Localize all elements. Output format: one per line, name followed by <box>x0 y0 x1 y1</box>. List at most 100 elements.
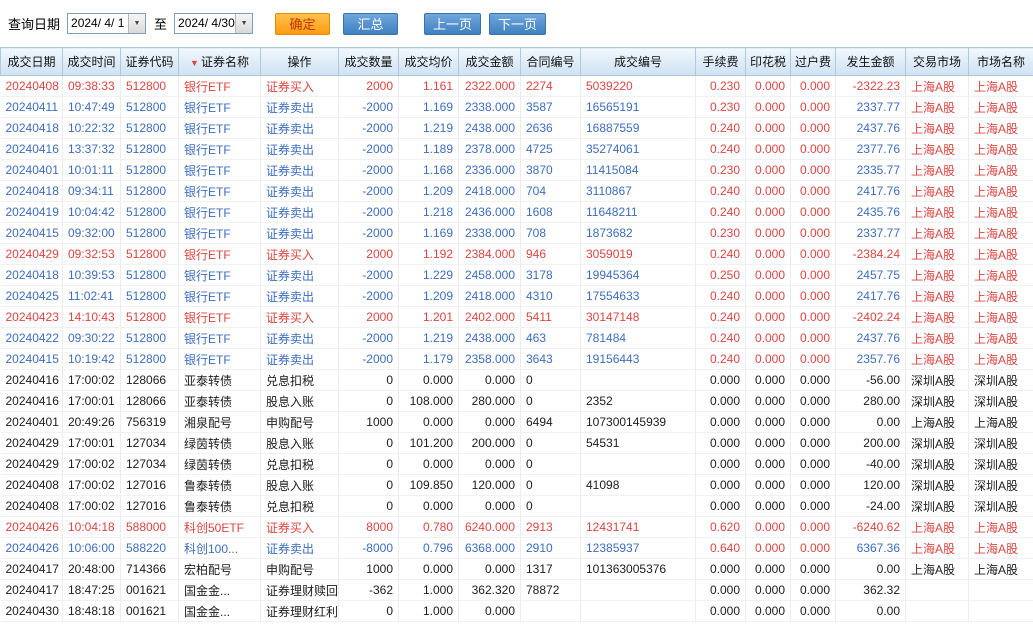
cell-transfer_fee: 0.000 <box>791 559 836 580</box>
table-row[interactable]: 2024040817:00:02127016鲁泰转债股息入账0109.85012… <box>1 475 1033 496</box>
table-row[interactable]: 2024040817:00:02127016鲁泰转债兑息扣税00.0000.00… <box>1 496 1033 517</box>
table-row[interactable]: 2024040809:38:33512800银行ETF证券买入20001.161… <box>1 76 1033 97</box>
table-row[interactable]: 2024041718:47:25001621国金金...证券理财赎回-3621.… <box>1 580 1033 601</box>
col-header-operation[interactable]: 操作 <box>261 48 339 76</box>
col-header-trade_time[interactable]: 成交时间 <box>63 48 121 76</box>
cell-contract_no: 3870 <box>521 160 581 181</box>
cell-trade_time: 17:00:02 <box>63 454 121 475</box>
cell-deal_no: 3059019 <box>581 244 696 265</box>
cell-deal_no: 2352 <box>581 391 696 412</box>
cell-contract_no: 0 <box>521 496 581 517</box>
cell-transfer_fee: 0.000 <box>791 118 836 139</box>
cell-security_name: 银行ETF <box>179 328 261 349</box>
table-row[interactable]: 2024042511:02:41512800银行ETF证券卖出-20001.20… <box>1 286 1033 307</box>
table-row[interactable]: 2024041810:39:53512800银行ETF证券卖出-20001.22… <box>1 265 1033 286</box>
table-row[interactable]: 2024042909:32:53512800银行ETF证券买入20001.192… <box>1 244 1033 265</box>
cell-market: 上海A股 <box>906 118 969 139</box>
cell-quantity: -2000 <box>339 97 399 118</box>
cell-quantity: 0 <box>339 475 399 496</box>
cell-avg_price: 1.192 <box>399 244 459 265</box>
cell-security_name: 鲁泰转债 <box>179 475 261 496</box>
cell-security_code: 512800 <box>121 139 179 160</box>
table-row[interactable]: 2024040120:49:26756319湘泉配号申购配号10000.0000… <box>1 412 1033 433</box>
table-row[interactable]: 2024041720:48:00714366宏柏配号申购配号10000.0000… <box>1 559 1033 580</box>
cell-deal_no: 107300145939 <box>581 412 696 433</box>
cell-contract_no: 0 <box>521 433 581 454</box>
date-to-select[interactable]: 2024/ 4/30 ▼ <box>174 13 253 34</box>
cell-operation: 股息入账 <box>261 475 339 496</box>
col-header-contract_no[interactable]: 合同编号 <box>521 48 581 76</box>
table-row[interactable]: 2024041509:32:00512800银行ETF证券卖出-20001.16… <box>1 223 1033 244</box>
col-header-deal_no[interactable]: 成交编号 <box>581 48 696 76</box>
table-row[interactable]: 2024042610:06:00588220科创100...证券卖出-80000… <box>1 538 1033 559</box>
cell-transfer_fee: 0.000 <box>791 517 836 538</box>
cell-avg_price: 1.189 <box>399 139 459 160</box>
col-header-stamp_tax[interactable]: 印花税 <box>746 48 791 76</box>
summary-button[interactable]: 汇总 <box>343 13 398 35</box>
col-header-security_name[interactable]: ▼证券名称 <box>179 48 261 76</box>
cell-security_code: 588000 <box>121 517 179 538</box>
table-row[interactable]: 2024042917:00:02127034绿茵转债兑息扣税00.0000.00… <box>1 454 1033 475</box>
cell-market: 深圳A股 <box>906 391 969 412</box>
col-header-market_name[interactable]: 市场名称 <box>969 48 1033 76</box>
date-from-select[interactable]: 2024/ 4/ 1 ▼ <box>67 13 146 34</box>
confirm-button[interactable]: 确定 <box>275 13 330 35</box>
col-header-commission[interactable]: 手续费 <box>696 48 746 76</box>
table-row[interactable]: 2024040110:01:11512800银行ETF证券卖出-20001.16… <box>1 160 1033 181</box>
cell-contract_no: 3587 <box>521 97 581 118</box>
cell-contract_no: 2910 <box>521 538 581 559</box>
cell-transfer_fee: 0.000 <box>791 265 836 286</box>
cell-trade_time: 10:39:53 <box>63 265 121 286</box>
table-row[interactable]: 2024041809:34:11512800银行ETF证券卖出-20001.20… <box>1 181 1033 202</box>
col-header-security_code[interactable]: 证券代码 <box>121 48 179 76</box>
col-header-transfer_fee[interactable]: 过户费 <box>791 48 836 76</box>
table-row[interactable]: 2024043018:48:18001621国金金...证券理财红利01.000… <box>1 601 1033 622</box>
table-row[interactable]: 2024042209:30:22512800银行ETF证券卖出-20001.21… <box>1 328 1033 349</box>
table-row[interactable]: 2024041910:04:42512800银行ETF证券卖出-20001.21… <box>1 202 1033 223</box>
table-row[interactable]: 2024041617:00:02128066亚泰转债兑息扣税00.0000.00… <box>1 370 1033 391</box>
cell-commission: 0.000 <box>696 370 746 391</box>
cell-contract_no: 0 <box>521 454 581 475</box>
table-row[interactable]: 2024042314:10:43512800银行ETF证券买入20001.201… <box>1 307 1033 328</box>
col-header-trade_date[interactable]: 成交日期 <box>1 48 63 76</box>
col-header-net_amount[interactable]: 发生金额 <box>836 48 906 76</box>
cell-amount: 0.000 <box>459 412 521 433</box>
cell-avg_price: 0.000 <box>399 412 459 433</box>
table-row[interactable]: 2024041510:19:42512800银行ETF证券卖出-20001.17… <box>1 349 1033 370</box>
table-row[interactable]: 2024041613:37:32512800银行ETF证券卖出-20001.18… <box>1 139 1033 160</box>
cell-amount: 2418.000 <box>459 181 521 202</box>
cell-contract_no: 946 <box>521 244 581 265</box>
cell-trade_date: 20240422 <box>1 328 63 349</box>
chevron-down-icon[interactable]: ▼ <box>128 14 145 33</box>
prev-page-button[interactable]: 上一页 <box>424 13 481 35</box>
cell-quantity: -2000 <box>339 160 399 181</box>
chevron-down-icon[interactable]: ▼ <box>235 14 252 33</box>
cell-security_name: 银行ETF <box>179 202 261 223</box>
table-row[interactable]: 2024041617:00:01128066亚泰转债股息入账0108.00028… <box>1 391 1033 412</box>
cell-quantity: 2000 <box>339 244 399 265</box>
col-header-quantity[interactable]: 成交数量 <box>339 48 399 76</box>
table-header-row: 成交日期成交时间证券代码▼证券名称操作成交数量成交均价成交金额合同编号成交编号手… <box>1 48 1033 76</box>
cell-operation: 证券卖出 <box>261 223 339 244</box>
cell-stamp_tax: 0.000 <box>746 433 791 454</box>
col-header-amount[interactable]: 成交金额 <box>459 48 521 76</box>
cell-market: 上海A股 <box>906 202 969 223</box>
next-page-button[interactable]: 下一页 <box>489 13 546 35</box>
cell-security_code: 127034 <box>121 454 179 475</box>
cell-trade_time: 09:32:53 <box>63 244 121 265</box>
cell-operation: 证券卖出 <box>261 181 339 202</box>
table-row[interactable]: 2024042610:04:18588000科创50ETF证券买入80000.7… <box>1 517 1033 538</box>
cell-quantity: -362 <box>339 580 399 601</box>
cell-net_amount: 362.32 <box>836 580 906 601</box>
cell-amount: 362.320 <box>459 580 521 601</box>
cell-quantity: 1000 <box>339 559 399 580</box>
col-header-market[interactable]: 交易市场 <box>906 48 969 76</box>
table-row[interactable]: 2024041810:22:32512800银行ETF证券卖出-20001.21… <box>1 118 1033 139</box>
col-header-avg_price[interactable]: 成交均价 <box>399 48 459 76</box>
cell-security_code: 127034 <box>121 433 179 454</box>
cell-transfer_fee: 0.000 <box>791 412 836 433</box>
table-row[interactable]: 2024041110:47:49512800银行ETF证券卖出-20001.16… <box>1 97 1033 118</box>
cell-contract_no: 0 <box>521 475 581 496</box>
cell-market_name: 上海A股 <box>969 181 1033 202</box>
table-row[interactable]: 2024042917:00:01127034绿茵转债股息入账0101.20020… <box>1 433 1033 454</box>
